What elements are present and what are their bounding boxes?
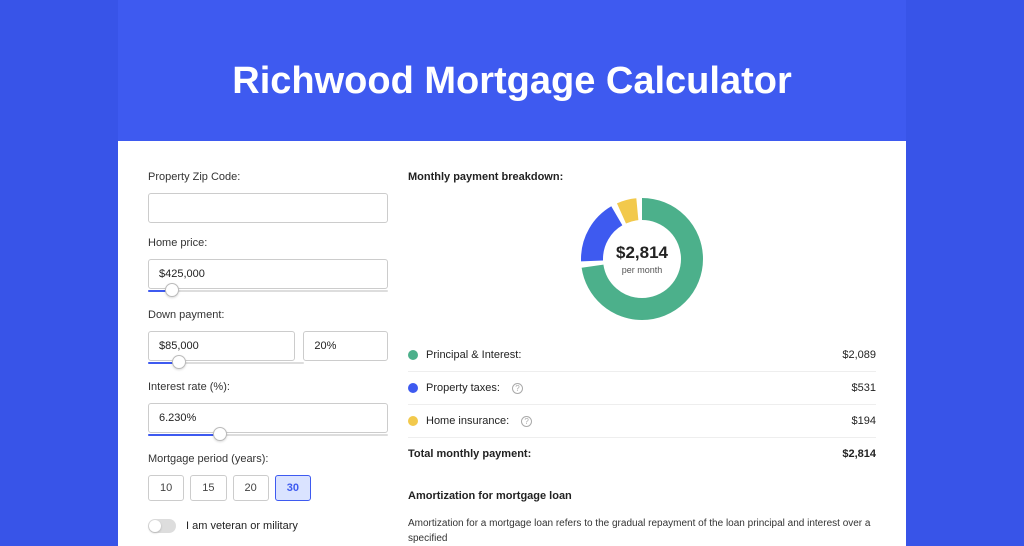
legend-label: Property taxes: [426, 382, 500, 394]
legend-value: $2,089 [842, 349, 876, 361]
legend-dot [408, 350, 418, 360]
info-icon[interactable]: ? [512, 383, 523, 394]
zip-label: Property Zip Code: [148, 171, 388, 183]
down-payment-slider[interactable] [148, 359, 304, 367]
period-label: Mortgage period (years): [148, 453, 388, 465]
amort-title: Amortization for mortgage loan [408, 490, 876, 502]
down-payment-label: Down payment: [148, 309, 388, 321]
calculator-card: Property Zip Code: Home price: Down paym… [118, 141, 906, 546]
interest-slider[interactable] [148, 431, 388, 439]
interest-input[interactable] [148, 403, 388, 433]
down-payment-input[interactable] [148, 331, 295, 361]
period-pill-15[interactable]: 15 [190, 475, 226, 501]
page-title: Richwood Mortgage Calculator [118, 60, 906, 103]
donut-amount: $2,814 [616, 243, 668, 263]
legend-row-total: Total monthly payment: $2,814 [408, 438, 876, 470]
legend-row: Property taxes:? $531 [408, 372, 876, 405]
period-pill-10[interactable]: 10 [148, 475, 184, 501]
legend-label: Principal & Interest: [426, 349, 521, 361]
legend-dot [408, 416, 418, 426]
legend: Principal & Interest: $2,089 Property taxe… [408, 339, 876, 438]
interest-label: Interest rate (%): [148, 381, 388, 393]
breakdown-heading: Monthly payment breakdown: [408, 171, 876, 183]
donut-sub: per month [622, 265, 663, 275]
period-pill-30[interactable]: 30 [275, 475, 311, 501]
legend-dot [408, 383, 418, 393]
zip-input[interactable] [148, 193, 388, 223]
donut-chart: $2,814 per month [580, 197, 704, 321]
results-column: Monthly payment breakdown: $2,814 per mo… [408, 171, 876, 546]
legend-row: Home insurance:? $194 [408, 405, 876, 438]
amort-text: Amortization for a mortgage loan refers … [408, 516, 876, 546]
total-label: Total monthly payment: [408, 448, 531, 460]
home-price-slider[interactable] [148, 287, 388, 295]
legend-label: Home insurance: [426, 415, 509, 427]
legend-value: $194 [852, 415, 876, 427]
period-pills: 1015 2030 [148, 475, 388, 501]
veteran-toggle[interactable] [148, 519, 176, 533]
veteran-label: I am veteran or military [186, 520, 298, 532]
total-value: $2,814 [842, 448, 876, 460]
legend-row: Principal & Interest: $2,089 [408, 339, 876, 372]
home-price-input[interactable] [148, 259, 388, 289]
legend-value: $531 [852, 382, 876, 394]
home-price-label: Home price: [148, 237, 388, 249]
down-payment-pct-input[interactable] [303, 331, 388, 361]
info-icon[interactable]: ? [521, 416, 532, 427]
form-column: Property Zip Code: Home price: Down paym… [148, 171, 388, 546]
period-pill-20[interactable]: 20 [233, 475, 269, 501]
